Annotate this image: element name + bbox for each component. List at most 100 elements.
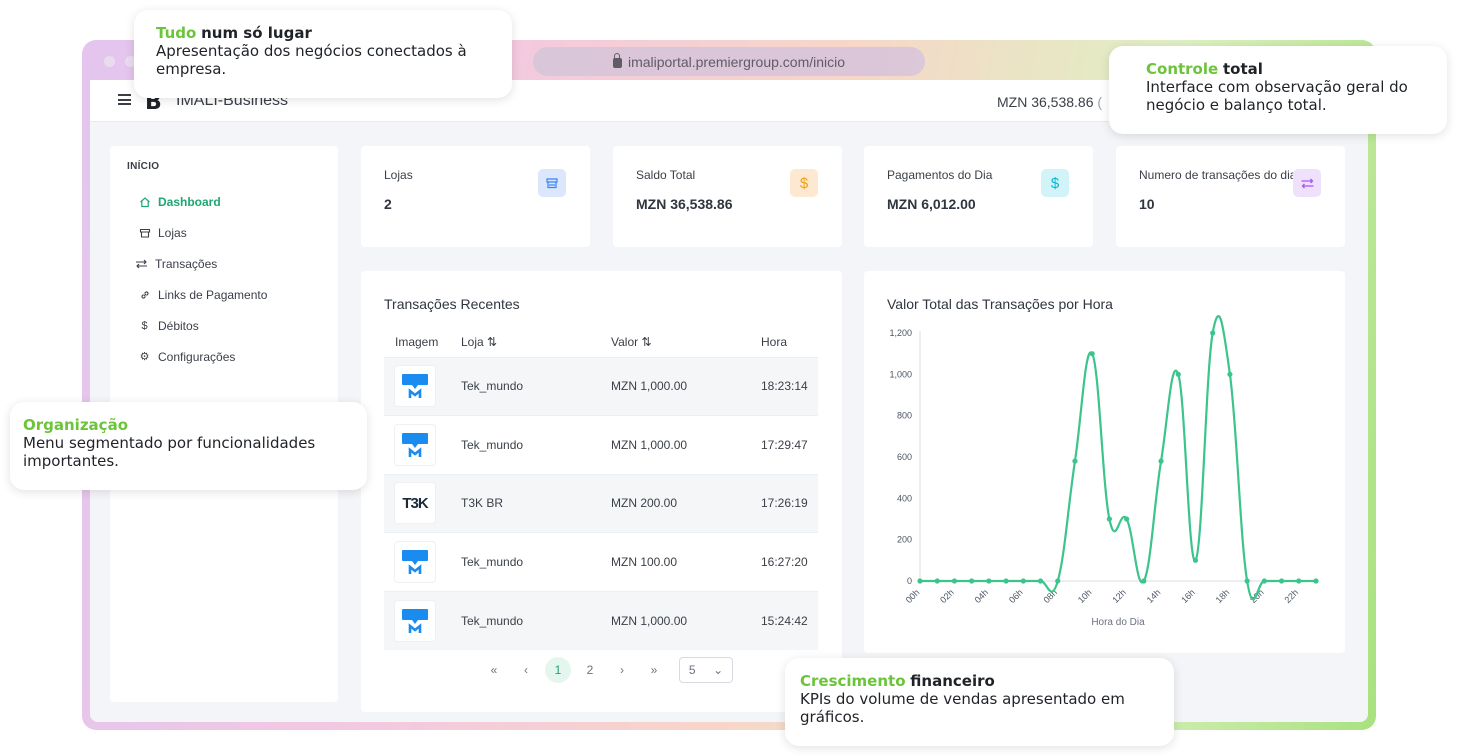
gear-icon: ⚙ xyxy=(139,351,150,363)
sidebar-item-configuracoes[interactable]: ⚙ Configurações xyxy=(138,341,267,372)
next-page-button[interactable]: › xyxy=(609,657,635,683)
data-point xyxy=(1089,351,1095,357)
x-tick-label: 04h xyxy=(973,587,991,605)
col-value[interactable]: Valor ⇅ xyxy=(611,327,761,357)
rows-per-page-select[interactable]: 5 ⌄ xyxy=(679,657,733,683)
store-logo xyxy=(395,600,435,641)
home-icon xyxy=(138,195,151,208)
cell-image xyxy=(384,590,461,650)
x-tick-label: 16h xyxy=(1179,587,1197,605)
kpi-card-lojas: Lojas 2 xyxy=(361,146,590,247)
cell-store: T3K BR xyxy=(461,473,611,533)
callout-crescimento: Crescimento financeiro KPIs do volume de… xyxy=(785,658,1174,746)
data-point xyxy=(1244,578,1250,584)
recent-transactions-panel: Transações Recentes Imagem Loja ⇅ Valor … xyxy=(361,271,842,712)
cell-value: MZN 1,000.00 xyxy=(611,590,761,650)
data-point xyxy=(1227,371,1233,377)
y-tick-label: 400 xyxy=(897,493,912,503)
store-logo: T3K xyxy=(395,483,435,524)
cell-time: 17:26:19 xyxy=(761,473,818,533)
y-tick-label: 600 xyxy=(897,452,912,462)
first-page-button[interactable]: « xyxy=(481,657,507,683)
dollar-icon: $ xyxy=(1041,169,1069,197)
x-tick-label: 02h xyxy=(938,587,956,605)
data-point xyxy=(1158,458,1164,464)
lock-icon xyxy=(612,52,622,68)
data-point xyxy=(1278,578,1285,584)
cell-image xyxy=(384,532,461,592)
data-point xyxy=(1072,458,1078,464)
hourly-chart-panel: Valor Total das Transações por Hora 0 200… xyxy=(864,271,1345,653)
window-dot[interactable] xyxy=(104,56,115,67)
x-axis-label: Hora do Dia xyxy=(1091,617,1145,628)
page-2-button[interactable]: 2 xyxy=(577,657,603,683)
sort-icon[interactable]: ⇅ xyxy=(487,335,497,349)
data-point xyxy=(969,578,975,584)
sidebar-item-debitos[interactable]: $ Débitos xyxy=(138,310,267,341)
data-point xyxy=(1192,557,1199,563)
callout-text: Interface com observação geral do negóci… xyxy=(1146,78,1408,114)
sidebar-item-transacoes[interactable]: Transações xyxy=(135,248,267,279)
sidebar-item-links-de-pagamento[interactable]: Links de Pagamento xyxy=(138,279,267,310)
url-text: imaliportal.premiergroup.com/inicio xyxy=(627,53,846,70)
last-page-button[interactable]: » xyxy=(641,657,667,683)
data-point xyxy=(1037,578,1044,584)
page-1-button[interactable]: 1 xyxy=(545,657,571,683)
callout-controle: Controle total Interface com observação … xyxy=(1109,46,1447,134)
callout-text: KPIs do volume de vendas apresentado em … xyxy=(800,690,1125,726)
cell-time: 18:23:14 xyxy=(761,356,818,416)
dollar-icon: $ xyxy=(141,319,148,332)
cell-store: Tek_mundo xyxy=(461,415,611,475)
sidebar-item-dashboard[interactable]: Dashboard xyxy=(138,186,267,217)
cell-store: Tek_mundo xyxy=(461,590,611,650)
chevron-down-icon: ⌄ xyxy=(713,663,724,677)
col-time: Hora xyxy=(761,334,788,349)
app-window: B IMALI-Business MZN 36,538.86 ( INÍCIO … xyxy=(90,80,1368,722)
y-tick-label: 0 xyxy=(907,576,912,586)
table-row[interactable]: Tek_mundo MZN 1,000.00 15:24:42 xyxy=(384,590,818,650)
kpi-value: 10 xyxy=(1139,196,1155,212)
kpi-card-numero-transacoes: Numero de transações do dia 10 xyxy=(1116,146,1345,247)
header-balance: MZN 36,538.86 ( xyxy=(997,94,1103,110)
sort-icon[interactable]: ⇅ xyxy=(641,335,651,349)
store-icon xyxy=(538,169,566,197)
table-row[interactable]: T3K T3K BR MZN 200.00 17:26:19 xyxy=(384,473,818,533)
cell-value: MZN 1,000.00 xyxy=(611,356,761,416)
data-point xyxy=(917,578,923,584)
callout-heading: Tudo num só lugar xyxy=(156,24,312,42)
cell-image xyxy=(384,356,461,416)
sidebar-menu: Dashboard Lojas Transações Links de Paga… xyxy=(135,186,267,372)
callout-text: Apresentação dos negócios conectados à e… xyxy=(156,42,467,78)
kpi-card-saldo-total: Saldo Total MZN 36,538.86 $ xyxy=(613,146,842,247)
callout-heading: Organização xyxy=(23,416,128,434)
data-point xyxy=(1106,516,1112,522)
cell-value: MZN 200.00 xyxy=(611,473,761,533)
dollar-icon: $ xyxy=(790,169,818,197)
cell-image xyxy=(384,415,461,475)
table-row[interactable]: Tek_mundo MZN 1,000.00 17:29:47 xyxy=(384,415,818,475)
cell-time: 16:27:20 xyxy=(761,532,818,592)
address-bar[interactable]: imaliportal.premiergroup.com/inicio xyxy=(533,47,925,76)
table-row[interactable]: Tek_mundo MZN 1,000.00 18:23:14 xyxy=(384,356,818,416)
cell-time: 17:29:47 xyxy=(761,415,818,475)
sidebar-item-lojas[interactable]: Lojas xyxy=(138,217,267,248)
prev-page-button[interactable]: ‹ xyxy=(513,657,539,683)
table-row[interactable]: Tek_mundo MZN 100.00 16:27:20 xyxy=(384,532,818,592)
store-logo xyxy=(395,542,435,583)
callout-heading: Controle total xyxy=(1146,60,1263,78)
series-line xyxy=(920,315,1316,601)
cell-time: 15:24:42 xyxy=(761,590,818,650)
col-store[interactable]: Loja ⇅ xyxy=(461,327,611,357)
callout-tudo: Tudo num só lugar Apresentação dos negóc… xyxy=(134,10,512,98)
cell-store: Tek_mundo xyxy=(461,532,611,592)
kpi-value: MZN 36,538.86 xyxy=(636,196,733,212)
menu-icon[interactable] xyxy=(118,94,131,105)
cell-value: MZN 100.00 xyxy=(611,532,761,592)
swap-icon xyxy=(1293,169,1321,197)
x-tick-label: 10h xyxy=(1076,587,1094,605)
data-point xyxy=(1210,330,1216,336)
callout-text: Menu segmentado por funcionalidades impo… xyxy=(23,434,316,470)
data-point xyxy=(1124,516,1130,522)
cell-image: T3K xyxy=(384,473,461,533)
cell-store: Tek_mundo xyxy=(461,356,611,416)
